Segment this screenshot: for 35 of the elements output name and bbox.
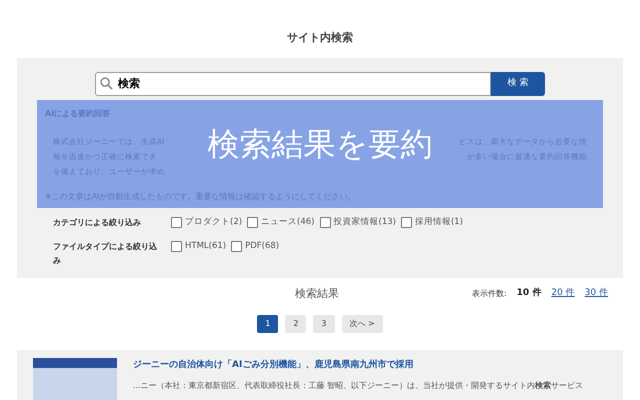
per-page-label: 表示件数: (472, 288, 507, 300)
option-label: プロダクト(2) (185, 216, 242, 229)
per-page-link[interactable]: 20 件 (551, 287, 575, 301)
per-page-link[interactable]: 30 件 (584, 287, 608, 301)
results-heading: 検索結果 (294, 286, 340, 302)
filter-option[interactable]: 採用情報(1) (400, 216, 463, 229)
overlay-caption: 検索結果を要約 (208, 125, 432, 163)
filter-option[interactable]: HTML(61) (171, 240, 226, 253)
checkbox[interactable] (400, 216, 412, 228)
page-button[interactable]: 2 (285, 315, 306, 333)
option-label: 投資家情報(13) (334, 216, 396, 229)
checkbox[interactable] (171, 216, 182, 228)
per-page-link[interactable]: 10 件 (516, 287, 542, 301)
filter-label: ファイルタイプによる絞り込み (53, 241, 158, 267)
result-snippet: ...ニー（本社：東京都新宿区、代表取締役社長：工藤 智昭、以下ジーニー）は、当社が提供・開発するサイト内検索サービス (133, 380, 584, 392)
option-label: PDF(68) (245, 240, 280, 253)
checkbox[interactable] (247, 216, 258, 228)
option-label: HTML(61) (185, 240, 226, 253)
filter-option[interactable]: 投資家情報(13) (320, 216, 396, 229)
page-button[interactable]: 1 (257, 315, 278, 333)
checkbox[interactable] (320, 216, 330, 228)
page-button[interactable]: 3 (313, 315, 335, 333)
result-title-link[interactable]: ジーニーの自治体向け「AIごみ分別機能」、鹿児島県南九州市で採用 (133, 358, 584, 372)
option-label: ニュース(46) (261, 216, 314, 229)
filter-option[interactable]: PDF(68) (231, 240, 280, 253)
search-button[interactable]: 検 索 (491, 72, 545, 96)
page-title: サイト内検索 (286, 30, 354, 46)
checkbox[interactable] (171, 240, 182, 252)
page-button[interactable]: 次へ > (342, 315, 383, 333)
checkbox[interactable] (231, 240, 242, 252)
filter-label: カテゴリによる絞り込み (53, 217, 142, 229)
search-field[interactable]: 検索 (95, 72, 491, 96)
filter-option[interactable]: プロダクト(2) (171, 216, 242, 229)
filter-option[interactable]: ニュース(46) (247, 216, 314, 229)
option-label: 採用情報(1) (414, 216, 463, 229)
